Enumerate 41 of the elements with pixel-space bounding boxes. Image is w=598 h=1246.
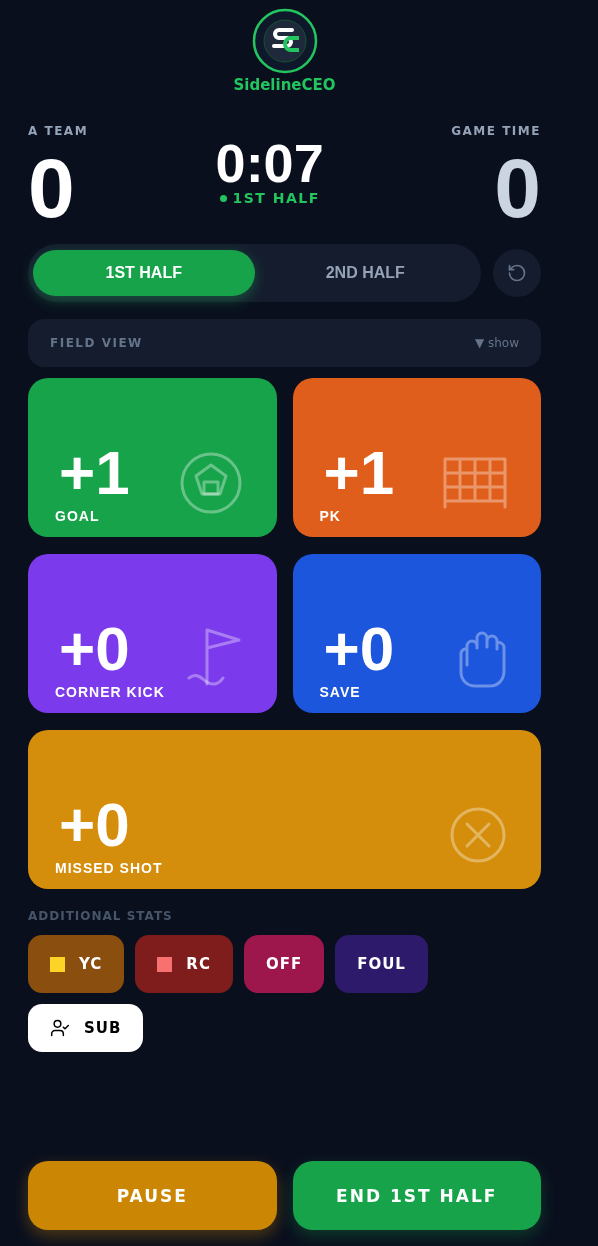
team-label: A TEAM bbox=[28, 124, 89, 138]
reset-icon bbox=[507, 263, 527, 283]
goal-net-icon bbox=[443, 456, 507, 509]
stat-chip[interactable]: YC bbox=[28, 935, 125, 993]
stat-chip[interactable]: OFF bbox=[243, 935, 325, 993]
stat-label: SAVE bbox=[319, 683, 362, 700]
stat-count: +1 bbox=[58, 441, 130, 504]
stat-count: +0 bbox=[322, 617, 395, 680]
away-score: 0 bbox=[494, 146, 541, 230]
logo-icon bbox=[251, 8, 318, 74]
stat-count: +1 bbox=[322, 441, 395, 504]
game-time-label: GAME TIME bbox=[451, 124, 541, 138]
stat-card[interactable]: +1 GOAL bbox=[28, 378, 277, 537]
end-half-button[interactable]: END 1ST HALF bbox=[292, 1161, 541, 1230]
stat-label: CORNER KICK bbox=[55, 683, 165, 700]
half-tab[interactable]: 1ST HALF bbox=[33, 250, 255, 296]
x-circle-icon bbox=[449, 805, 507, 864]
stat-count: +0 bbox=[58, 793, 131, 856]
stat-card[interactable]: +0 SAVE bbox=[292, 554, 541, 713]
show-toggle[interactable]: ▼ show bbox=[474, 336, 519, 350]
section-title: ADDITIONAL STATS bbox=[28, 909, 174, 923]
home-score: 0 bbox=[28, 146, 75, 230]
stat-label: GOAL bbox=[55, 507, 101, 524]
pause-button[interactable]: PAUSE bbox=[28, 1161, 277, 1230]
stat-card[interactable]: +0 CORNER KICK bbox=[28, 554, 277, 713]
sub-chip[interactable]: SUB bbox=[28, 1004, 144, 1052]
half-tab[interactable]: 2ND HALF bbox=[254, 250, 476, 296]
stat-chip[interactable]: FOUL bbox=[335, 935, 428, 993]
brand-name: SidelineCEO bbox=[233, 76, 336, 94]
stat-count: +0 bbox=[58, 617, 131, 680]
soccer-ball-icon bbox=[178, 450, 243, 515]
stat-card[interactable]: +1 PK bbox=[292, 378, 541, 537]
game-clock: 0:07 bbox=[215, 136, 324, 190]
stat-label: MISSED SHOT bbox=[55, 859, 163, 876]
field-view-title: FIELD VIEW bbox=[50, 336, 143, 350]
period-label: 1ST HALF bbox=[232, 190, 320, 206]
stat-chip[interactable]: RC bbox=[135, 935, 233, 993]
live-dot-icon bbox=[219, 194, 227, 202]
reset-button[interactable] bbox=[493, 249, 541, 297]
user-check-icon bbox=[50, 1018, 70, 1038]
stat-label: PK bbox=[319, 507, 342, 524]
